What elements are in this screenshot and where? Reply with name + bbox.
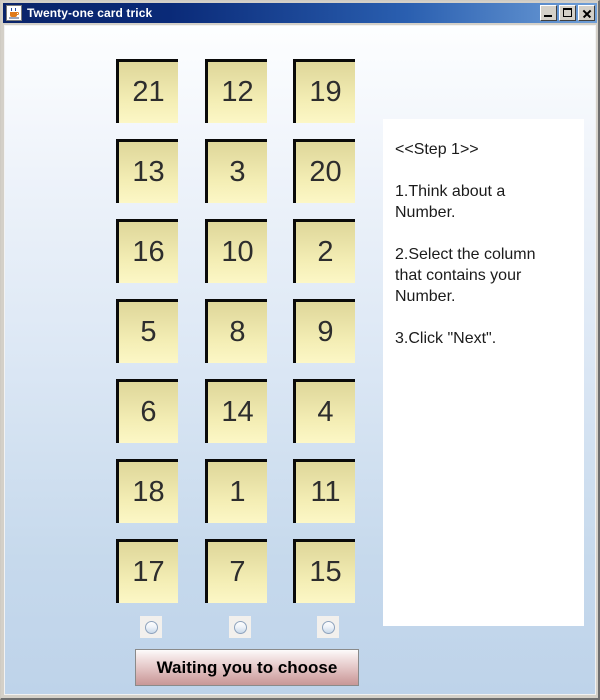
- card[interactable]: 2: [293, 219, 355, 283]
- action-button[interactable]: Waiting you to choose: [135, 649, 359, 686]
- caption-buttons: [540, 5, 595, 21]
- card[interactable]: 1: [205, 459, 267, 523]
- card[interactable]: 3: [205, 139, 267, 203]
- card[interactable]: 14: [205, 379, 267, 443]
- card[interactable]: 18: [116, 459, 178, 523]
- radio-column-2[interactable]: [229, 616, 251, 638]
- card[interactable]: 5: [116, 299, 178, 363]
- card[interactable]: 20: [293, 139, 355, 203]
- card[interactable]: 13: [116, 139, 178, 203]
- window-title: Twenty-one card trick: [27, 6, 153, 20]
- minimize-button[interactable]: [540, 5, 557, 21]
- maximize-button[interactable]: [559, 5, 576, 21]
- instructions-panel: <<Step 1>> 1.Think about a Number. 2.Sel…: [383, 119, 584, 626]
- radio-column-1[interactable]: [140, 616, 162, 638]
- card[interactable]: 12: [205, 59, 267, 123]
- card[interactable]: 17: [116, 539, 178, 603]
- radio-indicator: [144, 620, 158, 634]
- java-coffee-cup-icon: [6, 5, 22, 21]
- card[interactable]: 21: [116, 59, 178, 123]
- radio-indicator: [233, 620, 247, 634]
- title-bar[interactable]: Twenty-one card trick: [3, 3, 597, 23]
- card[interactable]: 16: [116, 219, 178, 283]
- card[interactable]: 19: [293, 59, 355, 123]
- close-button[interactable]: [578, 5, 595, 21]
- card[interactable]: 15: [293, 539, 355, 603]
- client-area: 21 13 16 5 6 18 17 12 3 10 8 14 1 7 19 20 2 9 4 11 15 <<Step…: [4, 25, 596, 695]
- radio-column-3[interactable]: [317, 616, 339, 638]
- radio-indicator: [321, 620, 335, 634]
- card[interactable]: 4: [293, 379, 355, 443]
- card[interactable]: 7: [205, 539, 267, 603]
- card[interactable]: 10: [205, 219, 267, 283]
- application-window: Twenty-one card trick 21 13 16 5 6 18 17 12 3 10 8…: [0, 0, 600, 700]
- card[interactable]: 6: [116, 379, 178, 443]
- card[interactable]: 8: [205, 299, 267, 363]
- card[interactable]: 9: [293, 299, 355, 363]
- card[interactable]: 11: [293, 459, 355, 523]
